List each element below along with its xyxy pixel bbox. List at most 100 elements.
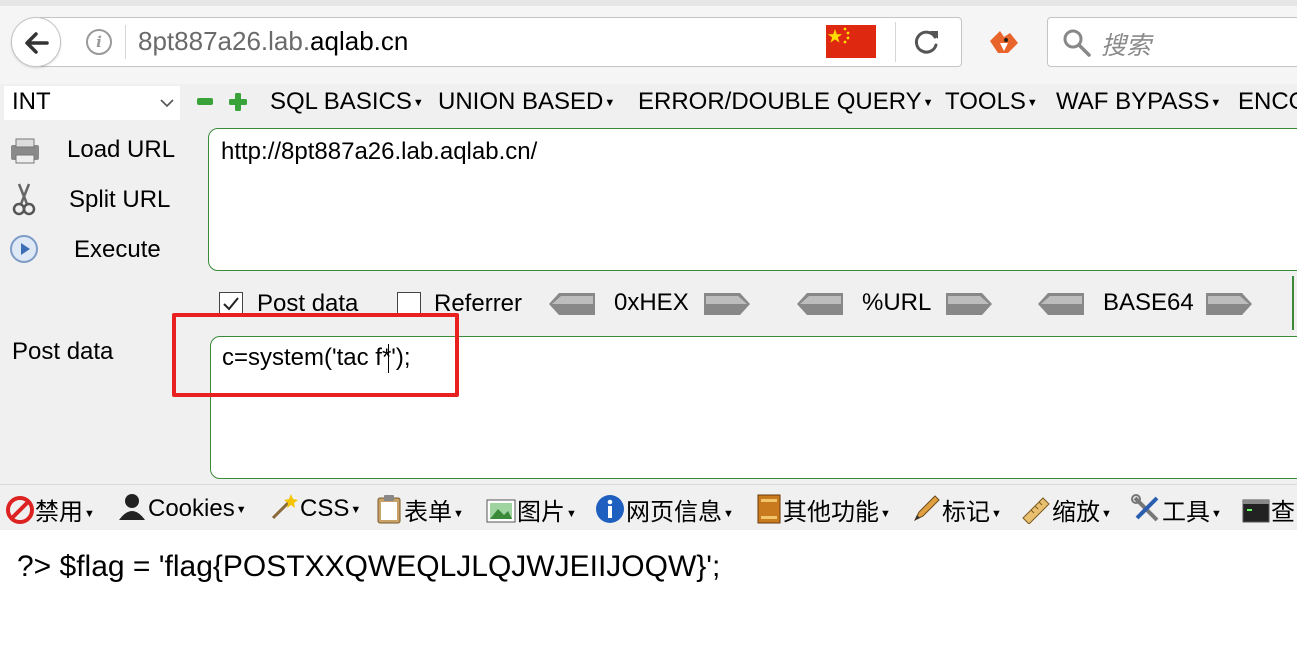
reload-icon[interactable]	[913, 28, 941, 56]
wd-tools-menu[interactable]: 工具▼	[1131, 492, 1222, 527]
wd-page-info-menu[interactable]: 网页信息▼	[595, 492, 734, 527]
url-text[interactable]: 8pt887a26.lab.aqlab.cn	[138, 26, 408, 57]
hackbar-fox-icon[interactable]	[986, 27, 1022, 59]
search-icon	[1063, 29, 1091, 57]
flag-stars-icon	[827, 27, 850, 44]
search-placeholder[interactable]: 搜索	[1101, 26, 1151, 62]
wd-images-menu[interactable]: 图片▼	[486, 492, 577, 527]
dropdown-arrow-icon: ▼	[453, 507, 464, 520]
hex-encode-arrow-icon[interactable]	[704, 291, 750, 317]
page-output-text: ?> $flag = 'flag{POSTXXQWEQLJLQJWJEIIJOQ…	[17, 550, 721, 583]
image-icon	[486, 499, 516, 523]
wd-cookies-menu[interactable]: Cookies▼	[117, 492, 247, 523]
terminal-icon	[1242, 499, 1270, 523]
base64-encoder-label: BASE64	[1103, 289, 1194, 316]
wd-resize-menu[interactable]: 缩放▼	[1021, 492, 1112, 527]
play-icon[interactable]	[9, 234, 39, 264]
menu-label: WAF BYPASS	[1056, 88, 1210, 115]
wd-forms-menu[interactable]: 表单▼	[375, 492, 464, 527]
panel-edge	[1292, 276, 1297, 330]
book-icon	[757, 494, 781, 524]
wd-label: 查	[1271, 499, 1295, 526]
menu-label: UNION BASED	[438, 88, 604, 115]
menu-encoding[interactable]: ENCO	[1238, 88, 1297, 116]
menu-label: ENCO	[1238, 88, 1297, 115]
wd-label: 工具	[1162, 499, 1210, 526]
increase-icon[interactable]	[229, 93, 247, 111]
pencil-icon	[913, 495, 940, 522]
ruler-icon	[1022, 497, 1050, 524]
menu-sql-basics[interactable]: SQL BASICS▼	[270, 88, 424, 116]
wrench-screwdriver-icon	[1131, 494, 1159, 522]
dropdown-arrow-icon: ▼	[1101, 507, 1112, 520]
user-icon	[119, 494, 145, 520]
checkmark-icon	[223, 297, 239, 311]
highlight-annotation	[172, 313, 459, 397]
wd-label: 其他功能	[783, 499, 879, 526]
magic-wand-icon	[271, 494, 298, 520]
wd-label: 表单	[404, 499, 452, 526]
dropdown-arrow-icon: ▼	[922, 96, 934, 109]
dropdown-arrow-icon: ▼	[604, 96, 616, 109]
menu-union-based[interactable]: UNION BASED▼	[438, 88, 615, 116]
wd-disable-menu[interactable]: 禁用▼	[6, 492, 95, 527]
url-encoder-label: %URL	[862, 289, 932, 316]
divider	[895, 22, 896, 62]
dropdown-arrow-icon: ▼	[235, 503, 247, 516]
menu-tools[interactable]: TOOLS▼	[945, 88, 1038, 116]
dropdown-arrow-icon: ▼	[566, 507, 577, 520]
dropdown-arrow-icon: ▼	[412, 96, 424, 109]
load-url-icon[interactable]	[8, 136, 42, 166]
wd-outline-menu[interactable]: 标记▼	[911, 492, 1002, 527]
dropdown-arrow-icon: ▼	[84, 507, 95, 520]
wd-label: 图片	[517, 499, 565, 526]
scissors-icon[interactable]	[12, 182, 36, 216]
menu-label: SQL BASICS	[270, 88, 412, 115]
dropdown-arrow-icon: ▼	[991, 507, 1002, 520]
post-data-label: Post data	[12, 338, 114, 365]
wd-misc-menu[interactable]: 其他功能▼	[756, 492, 891, 527]
load-url-button[interactable]: Load URL	[67, 136, 175, 164]
hex-decode-arrow-icon[interactable]	[549, 291, 595, 317]
url-domain: aqlab.cn	[310, 26, 409, 56]
dropdown-arrow-icon: ▼	[350, 503, 362, 516]
url-decode-arrow-icon[interactable]	[797, 291, 843, 317]
execute-button[interactable]: Execute	[74, 236, 161, 264]
dropdown-arrow-icon: ▼	[1026, 96, 1038, 109]
url-encode-arrow-icon[interactable]	[946, 291, 992, 317]
wd-view-source-menu[interactable]: 查	[1242, 492, 1295, 527]
url-prefix: 8pt887a26.lab.	[138, 26, 311, 56]
divider	[125, 25, 126, 59]
url-textarea-value: http://8pt887a26.lab.aqlab.cn/	[221, 138, 538, 165]
decrease-icon[interactable]	[197, 98, 213, 105]
wd-label: Cookies	[148, 495, 235, 522]
menu-waf-bypass[interactable]: WAF BYPASS▼	[1056, 88, 1221, 116]
tab-strip	[0, 0, 1297, 6]
no-entry-icon	[6, 496, 34, 524]
dropdown-arrow-icon: ▼	[1210, 96, 1222, 109]
chevron-down-icon[interactable]	[160, 96, 174, 112]
dropdown-arrow-icon: ▼	[723, 507, 734, 520]
wd-label: 标记	[942, 499, 990, 526]
menu-error-double-query[interactable]: ERROR/DOUBLE QUERY▼	[638, 88, 934, 116]
menu-label: TOOLS	[945, 88, 1026, 115]
wd-label: 网页信息	[626, 499, 722, 526]
base64-encode-arrow-icon[interactable]	[1206, 291, 1252, 317]
wd-label: 禁用	[35, 499, 83, 526]
type-select-value: INT	[12, 88, 51, 115]
menu-label: ERROR/DOUBLE QUERY	[638, 88, 922, 115]
clipboard-icon	[377, 495, 401, 524]
china-flag-icon[interactable]	[826, 25, 876, 58]
dropdown-arrow-icon: ▼	[1211, 507, 1222, 520]
dropdown-arrow-icon: ▼	[880, 507, 891, 520]
wd-css-menu[interactable]: CSS▼	[269, 492, 361, 523]
info-icon	[596, 495, 624, 523]
site-info-icon[interactable]: i	[86, 29, 112, 55]
back-button[interactable]	[11, 17, 61, 67]
hex-encoder-label: 0xHEX	[614, 289, 689, 316]
split-url-button[interactable]: Split URL	[69, 186, 170, 214]
back-arrow-icon	[25, 32, 49, 54]
wd-label: 缩放	[1052, 499, 1100, 526]
wd-label: CSS	[300, 495, 350, 522]
base64-decode-arrow-icon[interactable]	[1038, 291, 1084, 317]
